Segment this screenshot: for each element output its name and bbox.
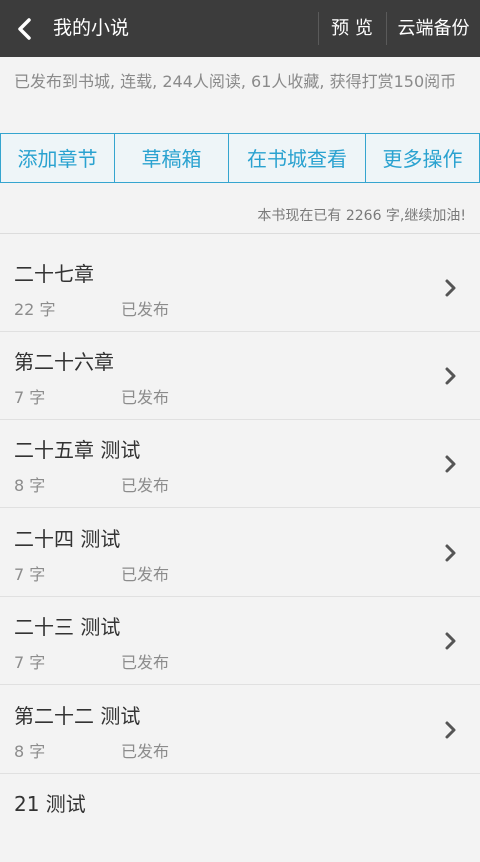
- chapter-word-count: 8 字: [14, 476, 46, 495]
- cloud-backup-button[interactable]: 云端备份: [387, 0, 480, 57]
- book-summary: 已发布到书城, 连载, 244人阅读, 61人收藏, 获得打赏150阅币: [14, 72, 457, 91]
- chapter-row[interactable]: 第二十六章 7 字 已发布: [0, 332, 480, 420]
- chapter-title: 21 测试: [14, 792, 86, 816]
- back-arrow-icon: [18, 17, 31, 40]
- more-actions-button[interactable]: 更多操作: [365, 133, 480, 183]
- chapter-status: 已发布: [121, 300, 170, 319]
- chapter-title: 二十五章 测试: [14, 438, 141, 462]
- chevron-right-icon: [445, 632, 456, 650]
- chapter-word-count: 22 字: [14, 300, 56, 319]
- chapter-row[interactable]: 二十七章 22 字 已发布: [0, 244, 480, 332]
- chapter-row[interactable]: 第二十二 测试 8 字 已发布: [0, 686, 480, 774]
- chapter-title: 二十四 测试: [14, 527, 121, 551]
- chevron-right-icon: [445, 367, 456, 385]
- word-count-notice: 本书现在已有 2266 字,继续加油!: [257, 208, 466, 224]
- chapter-title: 二十三 测试: [14, 615, 121, 639]
- chevron-right-icon: [445, 455, 456, 473]
- preview-button[interactable]: 预 览: [319, 0, 385, 57]
- chapter-title: 二十七章: [14, 262, 94, 286]
- chapter-status: 已发布: [121, 653, 170, 672]
- chapter-status: 已发布: [121, 476, 170, 495]
- chevron-right-icon: [445, 721, 456, 739]
- chapter-status: 已发布: [121, 742, 170, 761]
- chapter-row[interactable]: 二十四 测试 7 字 已发布: [0, 509, 480, 597]
- chapter-title: 第二十六章: [14, 350, 114, 374]
- view-in-store-button[interactable]: 在书城查看: [228, 133, 366, 183]
- drafts-button[interactable]: 草稿箱: [114, 133, 229, 183]
- back-button[interactable]: [0, 0, 48, 57]
- chapter-row[interactable]: 21 测试: [0, 774, 480, 862]
- chapter-word-count: 8 字: [14, 742, 46, 761]
- divider: [0, 233, 480, 234]
- add-chapter-button[interactable]: 添加章节: [0, 133, 115, 183]
- chapter-title: 第二十二 测试: [14, 704, 141, 728]
- chapter-row[interactable]: 二十三 测试 7 字 已发布: [0, 597, 480, 685]
- chapter-word-count: 7 字: [14, 565, 46, 584]
- chapter-row[interactable]: 二十五章 测试 8 字 已发布: [0, 420, 480, 508]
- chapter-word-count: 7 字: [14, 388, 46, 407]
- chapter-status: 已发布: [121, 388, 170, 407]
- chevron-right-icon: [445, 544, 456, 562]
- chevron-right-icon: [445, 279, 456, 297]
- action-bar: 添加章节 草稿箱 在书城查看 更多操作: [0, 133, 480, 185]
- chapter-word-count: 7 字: [14, 653, 46, 672]
- top-bar: 我的小说 预 览 云端备份: [0, 0, 480, 57]
- chapter-status: 已发布: [121, 565, 170, 584]
- page-title: 我的小说: [53, 17, 130, 39]
